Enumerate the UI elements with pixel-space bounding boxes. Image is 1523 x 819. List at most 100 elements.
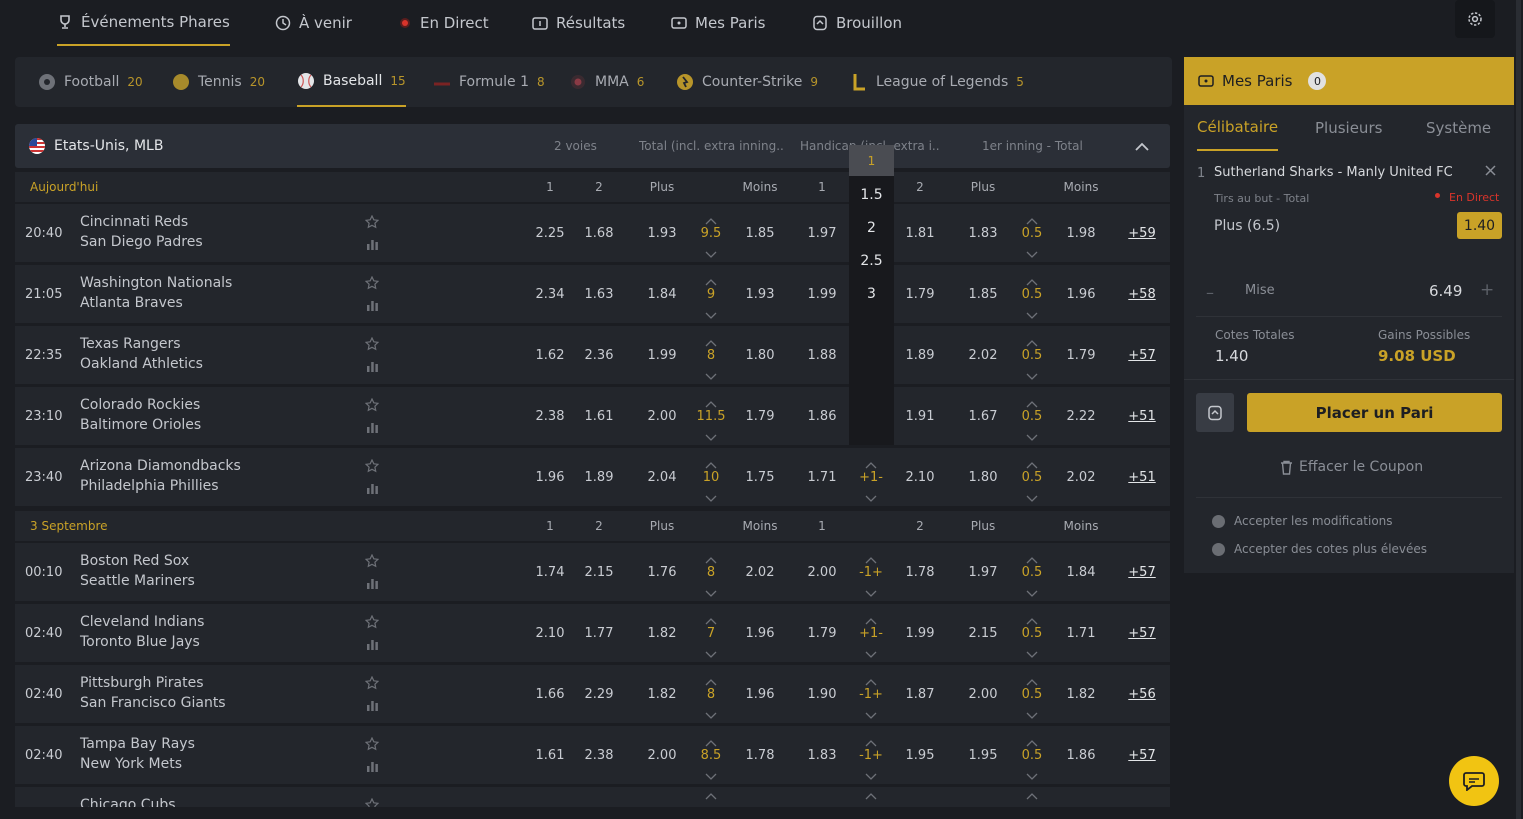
- odds-button[interactable]: 1.79: [740, 387, 780, 445]
- odds-button[interactable]: 1.68: [579, 204, 619, 262]
- odds-button[interactable]: 1.97: [963, 543, 1003, 601]
- tab-draft[interactable]: Brouillon: [812, 0, 902, 46]
- home-team[interactable]: Chicago Cubs: [80, 797, 176, 807]
- away-team[interactable]: Oakland Athletics: [80, 356, 203, 372]
- line-down-arrow-icon[interactable]: [865, 769, 877, 780]
- stats-icon[interactable]: [366, 638, 379, 650]
- dropdown-option[interactable]: 2.5: [849, 245, 894, 276]
- odds-button[interactable]: 1.79: [900, 265, 940, 323]
- favorite-star-icon[interactable]: [364, 736, 380, 751]
- sport-tab-counter-strike[interactable]: Counter-Strike 9: [676, 57, 818, 107]
- odds-button[interactable]: [900, 787, 940, 807]
- odds-button[interactable]: [579, 787, 619, 807]
- odds-button[interactable]: 2.22: [1061, 387, 1101, 445]
- line-down-arrow-icon[interactable]: [705, 647, 717, 658]
- odds-button[interactable]: 1.96: [1061, 265, 1101, 323]
- favorite-star-icon[interactable]: [364, 614, 380, 629]
- odds-button[interactable]: 1.62: [530, 326, 570, 384]
- away-team[interactable]: New York Mets: [80, 756, 182, 772]
- favorite-star-icon[interactable]: [364, 553, 380, 568]
- stake-input[interactable]: 6.49: [1429, 282, 1462, 300]
- clear-coupon-button[interactable]: Effacer le Coupon: [1280, 459, 1423, 475]
- odds-button[interactable]: 1.91: [900, 387, 940, 445]
- odds-button[interactable]: 1.76: [642, 543, 682, 601]
- odds-button[interactable]: 1.75: [740, 448, 780, 506]
- odds-button[interactable]: 1.79: [802, 604, 842, 662]
- chat-button[interactable]: [1449, 756, 1499, 806]
- odds-button[interactable]: 2.15: [579, 543, 619, 601]
- favorite-star-icon[interactable]: [364, 675, 380, 690]
- line-down-arrow-icon[interactable]: [705, 769, 717, 780]
- line-down-arrow-icon[interactable]: [705, 247, 717, 258]
- odds-button[interactable]: 2.15: [963, 604, 1003, 662]
- more-markets-link[interactable]: +59: [1128, 204, 1155, 262]
- odds-button[interactable]: 1.99: [900, 604, 940, 662]
- odds-button[interactable]: 1.95: [900, 726, 940, 784]
- sport-tab-baseball[interactable]: Baseball 15: [297, 57, 406, 107]
- odds-button[interactable]: 1.96: [740, 604, 780, 662]
- odds-button[interactable]: 2.02: [963, 326, 1003, 384]
- place-bet-button[interactable]: Placer un Pari: [1247, 393, 1502, 432]
- odds-button[interactable]: 1.97: [802, 204, 842, 262]
- dropdown-option[interactable]: 1.5: [849, 179, 894, 210]
- stats-icon[interactable]: [366, 482, 379, 494]
- odds-button[interactable]: 2.00: [963, 665, 1003, 723]
- away-team[interactable]: Philadelphia Phillies: [80, 478, 219, 494]
- tab-live[interactable]: En Direct: [398, 0, 489, 46]
- odds-button[interactable]: 1.85: [963, 265, 1003, 323]
- odds-button[interactable]: 1.86: [802, 387, 842, 445]
- line-down-arrow-icon[interactable]: [1026, 586, 1038, 597]
- odds-button[interactable]: 1.74: [530, 543, 570, 601]
- line-down-arrow-icon[interactable]: [705, 369, 717, 380]
- odds-button[interactable]: 1.89: [579, 448, 619, 506]
- line-down-arrow-icon[interactable]: [1026, 369, 1038, 380]
- odds-button[interactable]: [740, 787, 780, 807]
- settings-button[interactable]: [1455, 0, 1495, 38]
- stats-icon[interactable]: [366, 421, 379, 433]
- odds-button[interactable]: [802, 787, 842, 807]
- odds-button[interactable]: 1.87: [900, 665, 940, 723]
- odds-button[interactable]: [530, 787, 570, 807]
- accept-higher-odds-radio[interactable]: [1212, 543, 1225, 556]
- home-team[interactable]: Arizona Diamondbacks: [80, 458, 241, 474]
- sport-tab-mma[interactable]: MMA 6: [569, 57, 644, 107]
- odds-button[interactable]: 2.38: [579, 726, 619, 784]
- odds-button[interactable]: 2.02: [740, 543, 780, 601]
- tab-my-bets[interactable]: Mes Paris: [671, 0, 765, 46]
- line-up-arrow-icon[interactable]: [705, 789, 717, 800]
- line-down-arrow-icon[interactable]: [1026, 491, 1038, 502]
- home-team[interactable]: Washington Nationals: [80, 275, 232, 291]
- more-markets-link[interactable]: +56: [1128, 665, 1155, 723]
- away-team[interactable]: San Francisco Giants: [80, 695, 226, 711]
- odds-button[interactable]: 1.88: [802, 326, 842, 384]
- odds-button[interactable]: 1.67: [963, 387, 1003, 445]
- odds-button[interactable]: [1061, 787, 1101, 807]
- line-down-arrow-icon[interactable]: [1026, 769, 1038, 780]
- increase-stake-button[interactable]: +: [1480, 280, 1494, 300]
- sport-tab-formula1[interactable]: Formule 1 8: [433, 57, 545, 107]
- tab-featured-events[interactable]: Événements Phares: [57, 0, 230, 46]
- odds-button[interactable]: 1.82: [1061, 665, 1101, 723]
- home-team[interactable]: Cincinnati Reds: [80, 214, 188, 230]
- odds-button[interactable]: 1.89: [900, 326, 940, 384]
- odds-button[interactable]: 1.95: [963, 726, 1003, 784]
- page-scrollbar[interactable]: [1516, 0, 1521, 819]
- odds-button[interactable]: 2.02: [1061, 448, 1101, 506]
- odds-button[interactable]: 1.71: [1061, 604, 1101, 662]
- more-markets-link[interactable]: +58: [1128, 265, 1155, 323]
- sport-tab-football[interactable]: Football 20: [38, 57, 143, 107]
- odds-button[interactable]: 2.38: [530, 387, 570, 445]
- away-team[interactable]: Baltimore Orioles: [80, 417, 201, 433]
- stake-field[interactable]: – Mise 6.49 +: [1196, 267, 1502, 317]
- more-markets-link[interactable]: +57: [1128, 604, 1155, 662]
- line-down-arrow-icon[interactable]: [705, 708, 717, 719]
- odds-button[interactable]: 1.85: [740, 204, 780, 262]
- odds-button[interactable]: 1.80: [963, 448, 1003, 506]
- odds-button[interactable]: 1.99: [802, 265, 842, 323]
- odds-button[interactable]: 1.83: [802, 726, 842, 784]
- odds-button[interactable]: 2.34: [530, 265, 570, 323]
- odds-button[interactable]: 1.93: [642, 204, 682, 262]
- odds-button[interactable]: 2.25: [530, 204, 570, 262]
- odds-button[interactable]: 1.63: [579, 265, 619, 323]
- favorite-star-icon[interactable]: [364, 336, 380, 351]
